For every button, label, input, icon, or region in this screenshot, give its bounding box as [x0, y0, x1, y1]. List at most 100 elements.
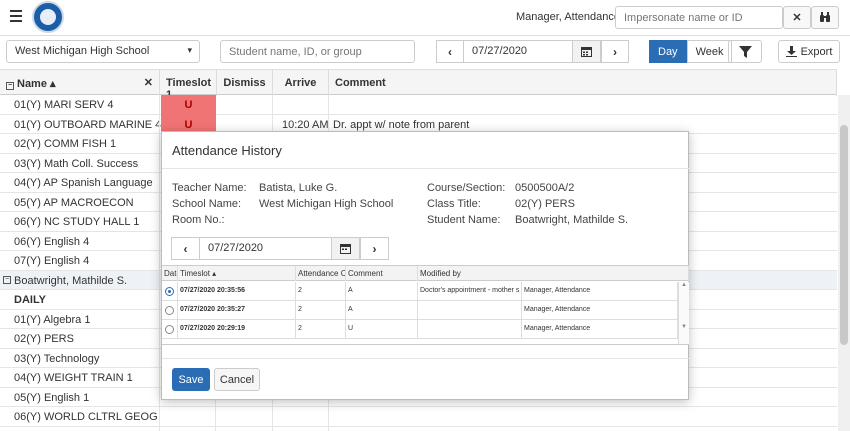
view-day-button[interactable]: Day [649, 40, 687, 63]
history-modified-by: Manager, Attendance [522, 282, 678, 301]
history-timeslot: 07/27/2020 20:29:19 [178, 320, 296, 339]
clear-impersonate-button[interactable]: ✕ [783, 6, 811, 29]
history-modified-by: Manager, Attendance [522, 320, 678, 339]
student-search-input[interactable] [220, 40, 415, 63]
history-radio-cell [162, 320, 178, 339]
chevron-left-icon: ‹ [448, 44, 452, 59]
history-row[interactable]: 07/27/2020 20:35:56 2 A Doctor's appointmen… [162, 282, 678, 301]
filter-bar: West Michigan High School ▾ ‹ 07/27/2020… [0, 36, 850, 68]
impersonate-input[interactable] [615, 6, 783, 29]
school-value: West Michigan High School [259, 198, 394, 210]
column-header-name[interactable]: − Name ▴ ✕ [0, 70, 160, 96]
history-code: 2 [296, 320, 346, 339]
row-select-radio[interactable] [165, 325, 174, 334]
calendar-button[interactable] [572, 40, 601, 63]
history-comment [418, 320, 522, 339]
history-attendance: U [346, 320, 418, 339]
course-value: 0500500A/2 [515, 182, 575, 194]
history-timeslot: 07/27/2020 20:35:27 [178, 301, 296, 320]
divider [162, 168, 690, 169]
top-bar: Manager, Attendance ✕ [0, 0, 850, 36]
history-row[interactable]: 07/27/2020 20:35:27 2 A Manager, Attendance [162, 301, 678, 320]
history-attendance: A [346, 282, 418, 301]
calendar-icon [340, 244, 351, 254]
filter-button[interactable] [728, 40, 762, 63]
column-header-comment[interactable]: Comment [329, 70, 837, 96]
dialog-title: Attendance History [172, 143, 282, 158]
column-header-timeslot[interactable]: Timeslot 1 [160, 70, 217, 101]
column-header-arrive[interactable]: Arrive [273, 70, 329, 96]
teacher-label: Teacher Name: [172, 182, 247, 194]
save-button[interactable]: Save [172, 368, 210, 391]
next-date-button[interactable]: › [601, 40, 629, 63]
export-label: Export [800, 45, 833, 58]
prev-date-button[interactable]: ‹ [436, 40, 464, 63]
table-row[interactable]: 01(Y) MARI SERV 4U [0, 95, 837, 115]
clear-column-icon[interactable]: ✕ [144, 76, 153, 89]
calendar-icon [581, 47, 592, 57]
history-scrollbar[interactable]: ▲ ▼ [678, 282, 689, 344]
history-timeslot: 07/27/2020 20:35:56 [178, 282, 296, 301]
comment-text[interactable]: Dr. appt w/ note from parent [333, 119, 469, 131]
history-col-timeslot[interactable]: Timeslot ▴ [178, 266, 296, 281]
class-label: Class Title: [427, 198, 481, 210]
history-attendance: A [346, 301, 418, 320]
history-col-attendance-code[interactable]: Attendance Code [296, 266, 346, 281]
arrive-time[interactable]: 10:20 AM [282, 119, 328, 131]
history-table: Date Timeslot ▴ Attendance Code Comment … [162, 265, 689, 345]
history-comment [418, 301, 522, 320]
chevron-left-icon: ‹ [183, 241, 188, 256]
collapse-icon[interactable]: − [6, 82, 14, 90]
history-col-comment[interactable]: Comment [346, 266, 418, 281]
history-col-date[interactable]: Date [162, 266, 178, 281]
download-icon [785, 46, 797, 57]
history-calendar-button[interactable] [331, 237, 360, 260]
history-code: 2 [296, 282, 346, 301]
district-logo[interactable] [32, 1, 64, 33]
chevron-right-icon: › [372, 241, 377, 256]
history-table-header: Date Timeslot ▴ Attendance Code Comment … [162, 266, 689, 281]
cell-border [0, 407, 329, 427]
current-user-label: Manager, Attendance [516, 11, 620, 23]
room-label: Room No.: [172, 214, 225, 226]
history-radio-cell [162, 301, 178, 320]
history-next-date-button[interactable]: › [360, 237, 389, 260]
student-value: Boatwright, Mathilde S. [515, 214, 629, 226]
export-button[interactable]: Export [778, 40, 840, 63]
binoculars-icon [820, 12, 830, 22]
grid-header: −Name ▴ ✕ Timeslot 1 Dismiss Arrive Comm… [0, 69, 837, 101]
class-value: 02(Y) PERS [515, 198, 575, 210]
table-row[interactable]: 07(Y) ERTH/SPA SCI [0, 426, 837, 431]
history-date-picker: ‹ 07/27/2020 › [171, 237, 389, 260]
cancel-button[interactable]: Cancel [214, 368, 260, 391]
school-select[interactable]: West Michigan High School ▾ [6, 40, 200, 63]
grid-scrollbar[interactable] [838, 95, 850, 431]
row-select-radio[interactable] [165, 306, 174, 315]
attendance-badge[interactable]: U [161, 95, 216, 115]
school-label: School Name: [172, 198, 242, 210]
history-row[interactable]: 07/27/2020 20:29:19 2 U Manager, Attendance [162, 320, 678, 339]
scrollbar-thumb[interactable] [840, 125, 848, 345]
date-input[interactable]: 07/27/2020 [464, 40, 572, 63]
student-label: Student Name: [427, 214, 501, 226]
history-date-input[interactable]: 07/27/2020 [200, 237, 331, 260]
table-row[interactable]: 06(Y) WORLD CLTRL GEOG [0, 407, 837, 427]
view-week-button[interactable]: Week [686, 40, 733, 63]
history-modified-by: Manager, Attendance [522, 301, 678, 320]
row-select-radio[interactable] [165, 287, 174, 296]
history-code: 2 [296, 301, 346, 320]
column-header-dismiss[interactable]: Dismiss [217, 70, 273, 96]
filter-icon [738, 45, 752, 58]
close-icon: ✕ [792, 12, 802, 24]
impersonate-search-button[interactable] [811, 6, 839, 29]
history-prev-date-button[interactable]: ‹ [171, 237, 200, 260]
cell-border [0, 426, 329, 431]
course-label: Course/Section: [427, 182, 506, 194]
history-col-modified-by[interactable]: Modified by [418, 266, 689, 281]
hamburger-menu-icon[interactable] [10, 10, 22, 22]
history-comment: Doctor's appointment - mother s [418, 282, 522, 301]
date-picker: ‹ 07/27/2020 › [436, 40, 629, 63]
chevron-right-icon: › [613, 44, 617, 59]
attendance-history-dialog: Attendance History Teacher Name: Batista… [161, 131, 690, 400]
school-select-value: West Michigan High School [15, 45, 150, 57]
